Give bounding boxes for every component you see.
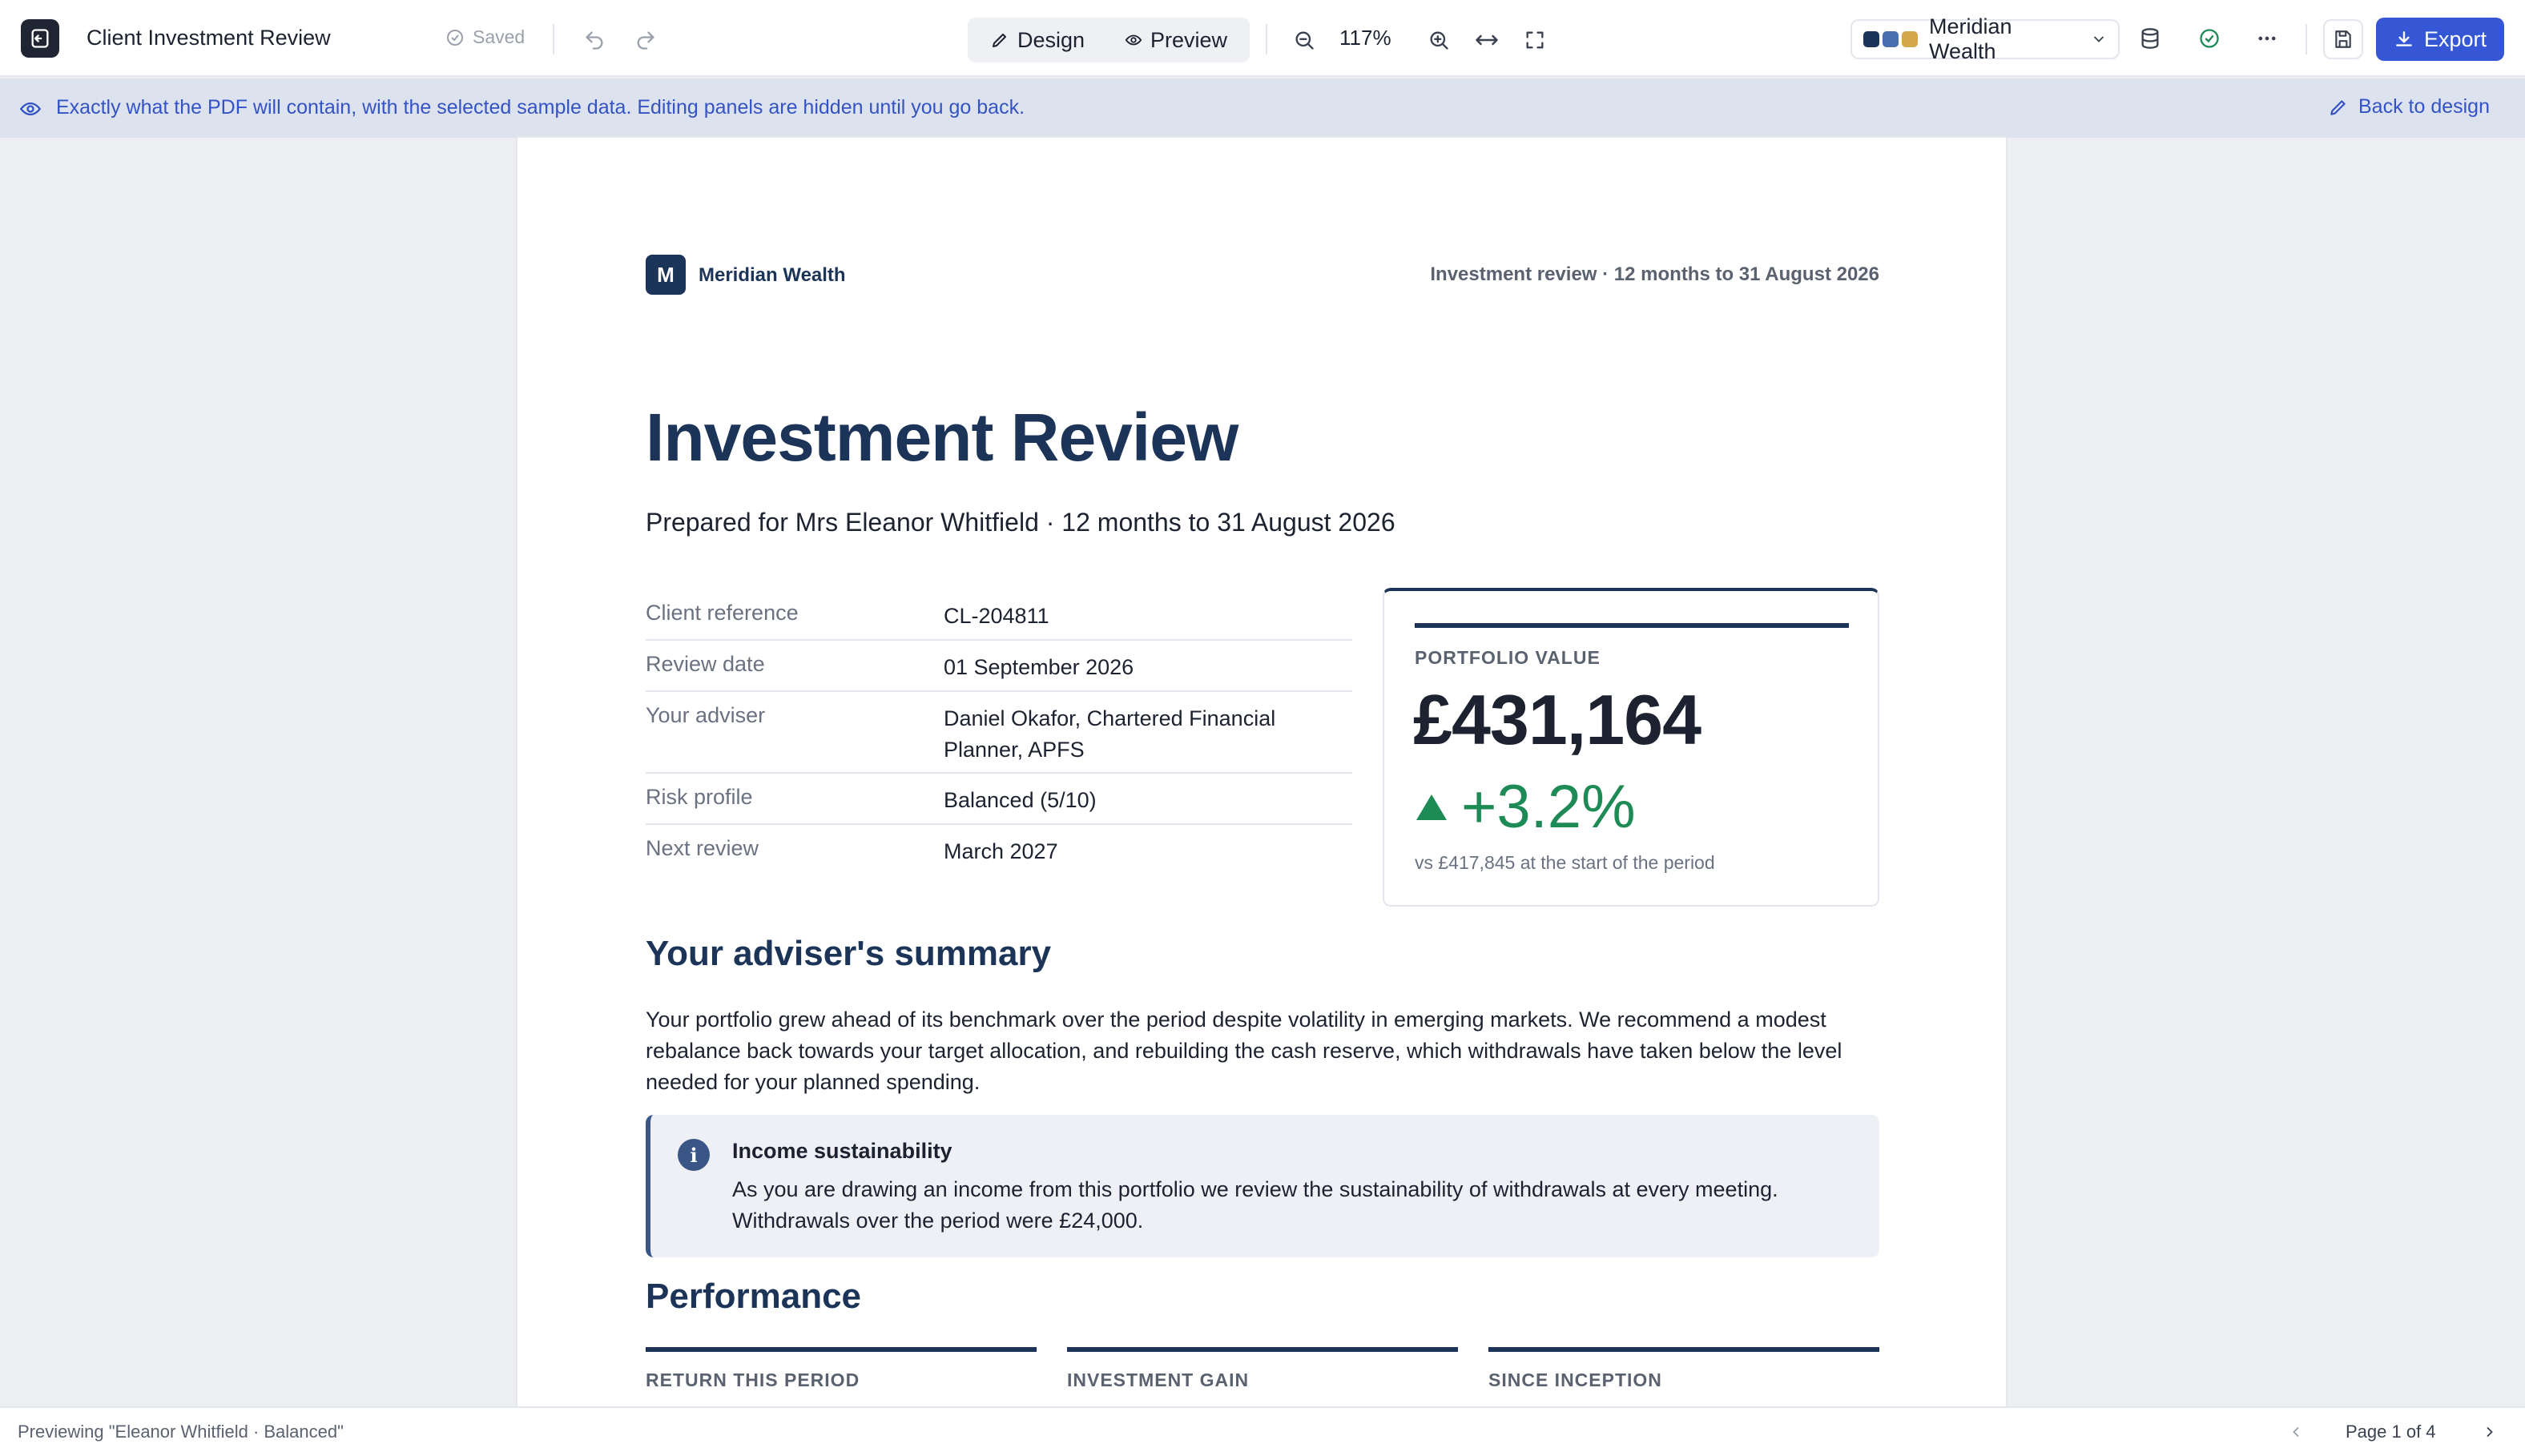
check-circle-icon [445, 28, 465, 47]
previous-page-icon[interactable] [2288, 1424, 2304, 1440]
card-accent-bar [1415, 623, 1849, 628]
kpi-accent-bar [1488, 1347, 1879, 1352]
brand-swatches [1863, 31, 1918, 47]
next-page-icon[interactable] [2482, 1424, 2498, 1440]
eye-icon [1125, 31, 1142, 49]
detail-row: Next review March 2027 [646, 825, 1352, 876]
callout-title: Income sustainability [732, 1139, 952, 1163]
preview-banner-text: Exactly what the PDF will contain, with … [56, 96, 1025, 119]
detail-value: Daniel Okafor, Chartered Financial Plann… [944, 706, 1276, 762]
detail-label: Risk profile [646, 785, 753, 809]
brand-logo: M [646, 255, 686, 295]
mode-toggle: Design Preview [968, 18, 1250, 62]
kpi-investment-gain: INVESTMENT GAIN [1067, 1347, 1458, 1391]
saved-status: Saved [445, 26, 525, 48]
info-icon: i [678, 1139, 710, 1171]
detail-row: Risk profile Balanced (5/10) [646, 774, 1352, 825]
kpi-accent-bar [646, 1347, 1037, 1352]
document-title-heading: Investment Review [646, 400, 1238, 475]
design-label: Design [1017, 27, 1085, 52]
income-callout: i Income sustainability As you are drawi… [646, 1115, 1879, 1257]
undo-icon[interactable] [578, 24, 610, 56]
database-icon[interactable] [2134, 22, 2166, 54]
detail-value: Balanced (5/10) [944, 788, 1097, 812]
summary-text: Your portfolio grew ahead of its benchma… [646, 1008, 1842, 1094]
status-bar: Previewing "Eleanor Whitfield · Balanced… [0, 1406, 2525, 1456]
portfolio-value-card: PORTFOLIO VALUE £431,164 +3.2% vs £417,8… [1383, 588, 1879, 907]
portfolio-value-label: PORTFOLIO VALUE [1415, 647, 1601, 668]
preview-mode-button[interactable]: Preview [1125, 22, 1227, 58]
previewing-sample-label: Previewing "Eleanor Whitfield · Balanced… [18, 1422, 344, 1442]
kpi-accent-bar [1067, 1347, 1458, 1352]
saved-label: Saved [473, 26, 526, 47]
kpi-return-this-period: RETURN THIS PERIOD [646, 1347, 1037, 1391]
kpi-label: SINCE INCEPTION [1488, 1370, 1662, 1390]
preview-label: Preview [1150, 27, 1228, 52]
fullscreen-icon[interactable] [1519, 24, 1551, 56]
performance-heading: Performance [646, 1277, 862, 1316]
zoom-level[interactable]: 117% [1339, 26, 1391, 50]
document-subtitle: Prepared for Mrs Eleanor Whitfield · 12 … [646, 508, 1395, 537]
top-toolbar: Client Investment Review Saved Design Pr… [0, 0, 2525, 77]
eye-icon [19, 98, 42, 120]
detail-label: Next review [646, 836, 759, 860]
detail-row: Client reference CL-204811 [646, 589, 1352, 641]
fit-width-icon[interactable] [1471, 24, 1503, 56]
check-status-icon[interactable] [2193, 22, 2225, 54]
divider [2306, 24, 2307, 54]
pencil-icon [2328, 97, 2349, 118]
detail-row: Your adviser Daniel Okafor, Chartered Fi… [646, 692, 1352, 774]
portfolio-change: +3.2% [1415, 772, 1636, 842]
redo-icon[interactable] [630, 24, 662, 56]
page-header-caption: Investment review · 12 months to 31 Augu… [1430, 263, 1879, 285]
detail-value: CL-204811 [944, 604, 1049, 628]
divider [1266, 24, 1267, 54]
detail-value: March 2027 [944, 839, 1058, 863]
export-label: Export [2423, 26, 2487, 51]
kpi-since-inception: SINCE INCEPTION [1488, 1347, 1879, 1391]
download-icon [2394, 29, 2414, 50]
portfolio-value-amount: £431,164 [1413, 680, 1701, 759]
swatch-gold [1902, 31, 1918, 47]
kpi-label: INVESTMENT GAIN [1067, 1370, 1250, 1390]
exit-editor-icon[interactable] [21, 19, 59, 58]
preview-banner: Exactly what the PDF will contain, with … [0, 78, 2525, 138]
save-button[interactable] [2323, 19, 2363, 59]
export-button[interactable]: Export [2376, 18, 2504, 61]
floppy-disk-icon [2333, 29, 2354, 50]
more-options-icon[interactable] [2251, 22, 2283, 54]
document-page: M Meridian Wealth Investment review · 12… [517, 138, 2006, 1406]
portfolio-change-value: +3.2% [1461, 773, 1636, 841]
brand-theme-select[interactable]: Meridian Wealth [1850, 14, 2120, 63]
callout-body: As you are drawing an income from this p… [732, 1177, 1778, 1233]
detail-label: Your adviser [646, 703, 766, 727]
document-title[interactable]: Client Investment Review [87, 26, 331, 50]
swatch-navy [1863, 31, 1879, 47]
detail-row: Review date 01 September 2026 [646, 641, 1352, 692]
detail-label: Review date [646, 652, 765, 676]
detail-value: 01 September 2026 [944, 655, 1134, 679]
client-details-table: Client reference CL-204811 Review date 0… [646, 589, 1352, 876]
kpi-label: RETURN THIS PERIOD [646, 1370, 860, 1390]
pencil-icon [990, 30, 1009, 50]
triangle-up-icon [1415, 793, 1448, 822]
design-mode-button[interactable]: Design [990, 22, 1085, 58]
brand-name: Meridian Wealth [699, 264, 846, 286]
swatch-blue [1883, 31, 1899, 47]
chevron-down-icon [2091, 31, 2107, 47]
back-to-design-label: Back to design [2358, 95, 2490, 118]
brand-select-label: Meridian Wealth [1929, 14, 2012, 63]
back-to-design-link[interactable]: Back to design [2328, 95, 2490, 119]
divider [553, 24, 554, 54]
zoom-in-icon[interactable] [1423, 24, 1455, 56]
page-indicator: Page 1 of 4 [2346, 1422, 2436, 1442]
portfolio-change-note: vs £417,845 at the start of the period [1415, 852, 1715, 873]
detail-label: Client reference [646, 601, 799, 625]
zoom-out-icon[interactable] [1288, 24, 1320, 56]
summary-heading: Your adviser's summary [646, 934, 1052, 973]
